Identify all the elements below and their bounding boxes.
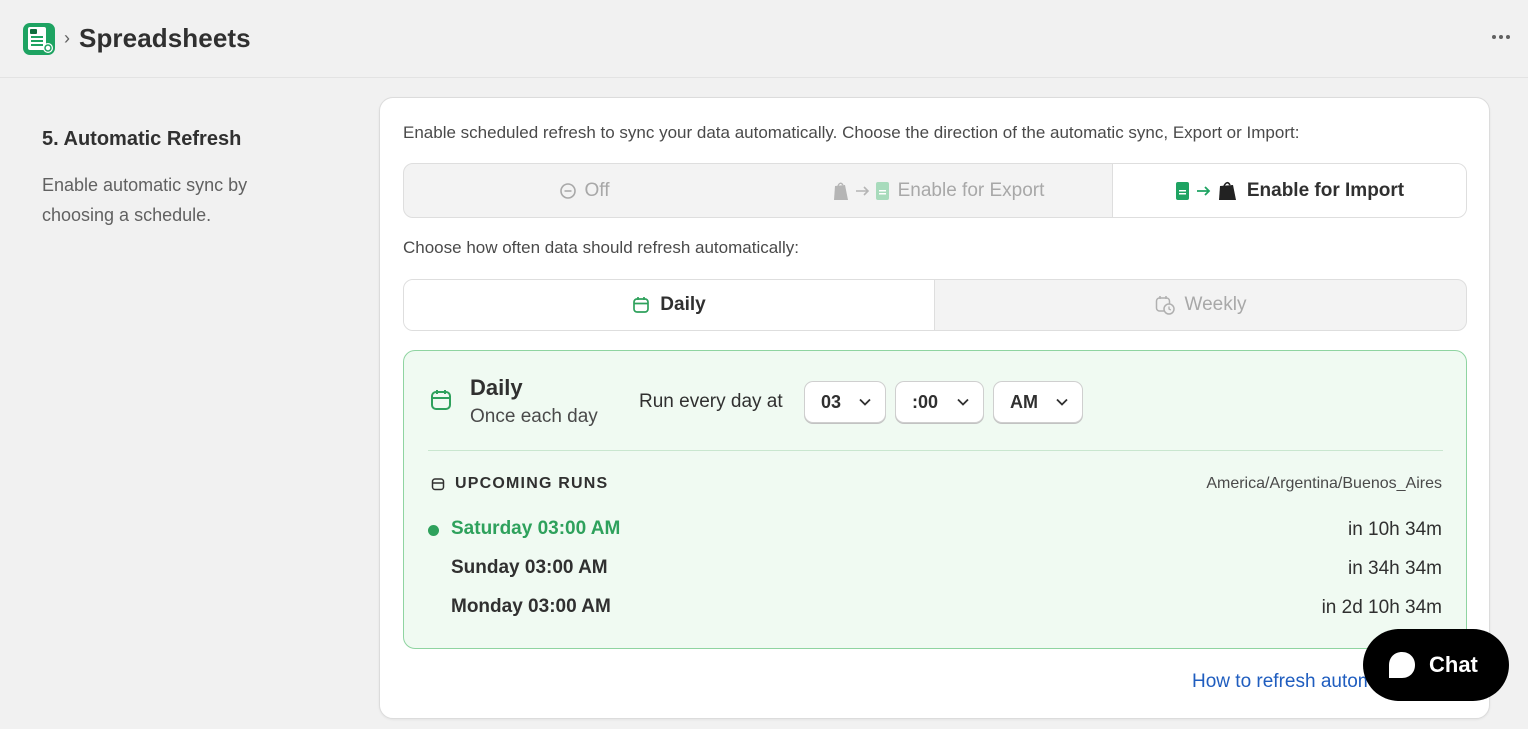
calendar-icon <box>633 297 650 313</box>
upcoming-run-item: Sunday 03:00 AM <box>451 557 608 578</box>
direction-option-import[interactable]: Enable for Import <box>1112 164 1466 217</box>
frequency-selector: Daily Weekly <box>403 279 1467 331</box>
frequency-option-label: Weekly <box>1184 294 1247 315</box>
frequency-label: Choose how often data should refresh aut… <box>403 238 799 257</box>
frequency-option-weekly[interactable]: Weekly <box>935 280 1466 330</box>
direction-option-label: Enable for Export <box>897 179 1045 201</box>
upcoming-run-eta: in 2d 10h 34m <box>1321 597 1442 618</box>
more-actions-button[interactable] <box>1488 27 1514 47</box>
ampm-select-value: AM <box>1010 391 1038 412</box>
daily-schedule-panel: Daily Once each day Run every day at 03 … <box>403 350 1467 649</box>
breadcrumb-separator: › <box>64 28 70 48</box>
dot-icon <box>1492 35 1496 39</box>
upcoming-run-item: Monday 03:00 AM <box>451 596 611 617</box>
chat-bubble-icon <box>1389 652 1415 678</box>
minute-select[interactable]: :00 <box>895 381 984 423</box>
upcoming-run-item: Saturday 03:00 AM <box>451 518 621 539</box>
section-title: 5. Automatic Refresh <box>42 128 242 150</box>
chevron-down-icon <box>1056 398 1068 406</box>
ampm-select[interactable]: AM <box>993 381 1083 423</box>
calendar-icon <box>431 390 451 410</box>
page-title: Spreadsheets <box>79 23 251 53</box>
schedule-title: Daily <box>470 375 523 400</box>
shopify-to-sheets-icon <box>833 181 889 200</box>
off-icon <box>559 182 576 199</box>
hour-select[interactable]: 03 <box>804 381 886 423</box>
intro-text: Enable scheduled refresh to sync your da… <box>403 123 1300 142</box>
run-time-label: Run every day at <box>639 391 783 412</box>
schedule-subtitle: Once each day <box>470 406 598 427</box>
upcoming-runs-label: UPCOMING RUNS <box>455 475 609 492</box>
automatic-refresh-card: Enable scheduled refresh to sync your da… <box>379 97 1490 719</box>
direction-option-label: Enable for Import <box>1246 179 1405 201</box>
sheets-to-shopify-icon <box>1175 181 1236 200</box>
frequency-option-daily[interactable]: Daily <box>404 280 935 330</box>
chevron-down-icon <box>957 398 969 406</box>
frequency-option-label: Daily <box>660 294 706 315</box>
direction-option-label: Off <box>584 179 610 201</box>
direction-option-export[interactable]: Enable for Export <box>764 164 1112 217</box>
panel-divider <box>428 450 1443 451</box>
section-description: Enable automatic sync by choosing a sche… <box>42 175 248 225</box>
dot-icon <box>1506 35 1510 39</box>
direction-option-off[interactable]: Off <box>404 164 764 217</box>
sync-direction-selector: Off Enable for Export Enable for Import <box>403 163 1467 218</box>
spreadsheets-app-icon[interactable] <box>23 22 55 55</box>
top-bar: › Spreadsheets <box>0 0 1528 78</box>
dot-icon <box>1499 35 1503 39</box>
chat-button[interactable]: Chat <box>1363 629 1509 701</box>
next-run-indicator <box>428 525 439 536</box>
calendar-small-icon <box>431 478 445 491</box>
upcoming-run-eta: in 34h 34m <box>1347 558 1442 579</box>
calendar-clock-icon <box>1155 296 1175 315</box>
minute-select-value: :00 <box>912 391 939 412</box>
chevron-down-icon <box>859 398 871 406</box>
timezone-label: America/Argentina/Buenos_Aires <box>1206 475 1442 492</box>
upcoming-run-eta: in 10h 34m <box>1347 519 1442 540</box>
hour-select-value: 03 <box>821 391 842 412</box>
chat-label: Chat <box>1429 652 1478 677</box>
